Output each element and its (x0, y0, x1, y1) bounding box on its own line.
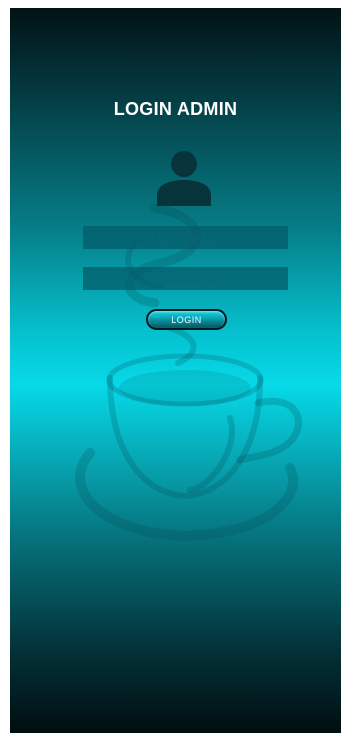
user-avatar-icon (157, 151, 211, 206)
password-input[interactable] (83, 267, 288, 290)
login-screen: LOGIN ADMIN LOGIN (10, 8, 341, 733)
page-title: LOGIN ADMIN (113, 99, 238, 119)
login-button[interactable]: LOGIN (146, 309, 227, 330)
username-input[interactable] (83, 226, 288, 249)
coffee-cup-icon (75, 203, 303, 542)
